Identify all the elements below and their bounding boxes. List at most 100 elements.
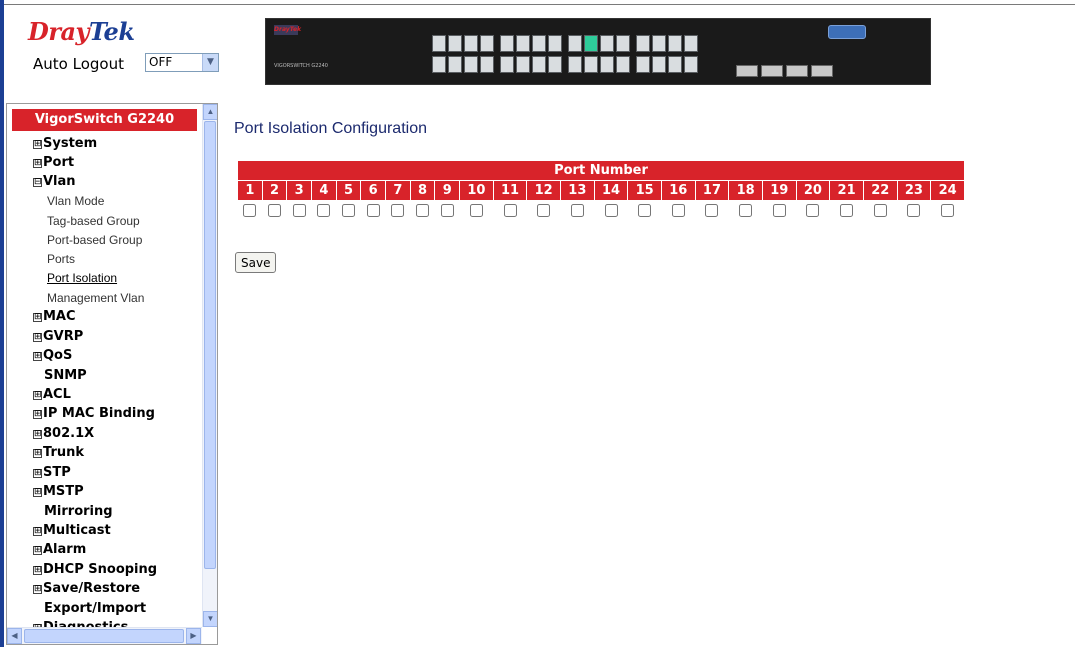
plus-box-icon[interactable]: ⊞: [33, 488, 42, 497]
port-number-cell: 17: [694, 180, 730, 201]
port-number-cell: 7: [385, 180, 411, 201]
port-checkbox-row: [237, 200, 965, 221]
plus-box-icon[interactable]: ⊞: [33, 159, 42, 168]
port-isolation-checkbox[interactable]: [342, 203, 356, 217]
nav-item-qos[interactable]: ⊞QoS: [33, 348, 72, 363]
nav-item-port[interactable]: ⊞Port: [33, 155, 74, 170]
port-isolation-checkbox[interactable]: [840, 203, 854, 217]
plus-box-icon[interactable]: ⊞: [33, 430, 42, 439]
nav-subitem-ports[interactable]: Ports: [47, 252, 75, 266]
port-checkbox-cell: [930, 200, 965, 221]
nav-item-system[interactable]: ⊞System: [33, 136, 97, 151]
save-button[interactable]: Save: [235, 252, 277, 273]
port-isolation-checkbox[interactable]: [416, 203, 430, 217]
plus-box-icon[interactable]: ⊞: [33, 140, 42, 149]
port-checkbox-cell: [694, 200, 730, 221]
nav-item-vlan[interactable]: ⊟Vlan: [33, 174, 76, 189]
plus-box-icon[interactable]: ⊞: [33, 410, 42, 419]
scroll-down-icon[interactable]: ▼: [203, 611, 217, 627]
port-checkbox-cell: [728, 200, 763, 221]
nav-item-alarm[interactable]: ⊞Alarm: [33, 542, 86, 557]
port-checkbox-cell: [526, 200, 562, 221]
nav-item-mstp[interactable]: ⊞MSTP: [33, 484, 84, 499]
port-isolation-checkbox[interactable]: [317, 203, 331, 217]
plus-box-icon[interactable]: ⊞: [33, 352, 42, 361]
device-model-icon: VIGORSWITCH G2240: [274, 63, 328, 69]
port-isolation-checkbox[interactable]: [440, 203, 454, 217]
sidebar-horizontal-scrollbar[interactable]: ◀ ▶: [7, 627, 202, 644]
port-isolation-checkbox[interactable]: [503, 203, 517, 217]
plus-box-icon[interactable]: ⊞: [33, 527, 42, 536]
minus-box-icon[interactable]: ⊟: [33, 178, 42, 187]
nav-subitem-management-vlan[interactable]: Management Vlan: [47, 291, 144, 305]
scroll-right-icon[interactable]: ▶: [186, 628, 201, 644]
scroll-left-icon[interactable]: ◀: [7, 628, 22, 644]
nav-item-multicast[interactable]: ⊞Multicast: [33, 523, 111, 538]
nav-item-802-1x[interactable]: ⊞802.1X: [33, 426, 94, 441]
sidebar-hscroll-thumb[interactable]: [24, 629, 184, 643]
port-isolation-checkbox[interactable]: [772, 203, 786, 217]
sidebar-scroll-thumb[interactable]: [204, 121, 216, 569]
sfp-slot-icon: [761, 65, 783, 77]
port-isolation-table: Port Number 1 2 3 4 5 6 7 8 9 10 11 12 13 14 15 16 17 18 1…: [237, 160, 965, 221]
switch-front-panel-image: DrayTek VIGORSWITCH G2240: [265, 18, 931, 85]
nav-item-acl[interactable]: ⊞ACL: [33, 387, 71, 402]
nav-item-mac[interactable]: ⊞MAC: [33, 309, 76, 324]
port-number-cell: 11: [492, 180, 528, 201]
nav-subitem-tag-based-group[interactable]: Tag-based Group: [47, 214, 140, 228]
port-isolation-checkbox[interactable]: [705, 203, 719, 217]
port-checkbox-cell: [896, 200, 932, 221]
port-number-cell: 10: [459, 180, 494, 201]
nav-item-export-import[interactable]: Export/Import: [44, 601, 146, 616]
port-isolation-checkbox[interactable]: [243, 203, 257, 217]
chevron-down-icon[interactable]: ▼: [202, 54, 218, 71]
nav-item-mirroring[interactable]: Mirroring: [44, 504, 113, 519]
nav-item-ip-mac-binding[interactable]: ⊞IP MAC Binding: [33, 406, 155, 421]
port-isolation-checkbox[interactable]: [671, 203, 685, 217]
nav-item-save-restore[interactable]: ⊞Save/Restore: [33, 581, 140, 596]
port-isolation-checkbox[interactable]: [638, 203, 652, 217]
port-isolation-checkbox[interactable]: [873, 203, 887, 217]
logo-part-2: Tek: [88, 17, 135, 46]
port-isolation-checkbox[interactable]: [907, 203, 921, 217]
nav-label: DHCP Snooping: [43, 562, 158, 577]
port-isolation-checkbox[interactable]: [806, 203, 820, 217]
plus-box-icon[interactable]: ⊞: [33, 469, 42, 478]
nav-subitem-port-based-group[interactable]: Port-based Group: [47, 233, 142, 247]
port-isolation-checkbox[interactable]: [292, 203, 306, 217]
port-isolation-checkbox[interactable]: [469, 203, 483, 217]
auto-logout-select[interactable]: OFF ▼: [145, 53, 219, 72]
port-isolation-checkbox[interactable]: [366, 203, 380, 217]
plus-box-icon[interactable]: ⊞: [33, 546, 42, 555]
port-isolation-checkbox[interactable]: [604, 203, 618, 217]
draytek-logo: DrayTek: [28, 17, 135, 46]
port-isolation-checkbox[interactable]: [941, 203, 955, 217]
port-checkbox-cell: [829, 200, 864, 221]
nav-item-gvrp[interactable]: ⊞GVRP: [33, 329, 83, 344]
port-isolation-checkbox[interactable]: [268, 203, 281, 217]
plus-box-icon[interactable]: ⊞: [33, 391, 42, 400]
nav-item-trunk[interactable]: ⊞Trunk: [33, 445, 84, 460]
plus-box-icon[interactable]: ⊞: [33, 449, 42, 458]
nav-subitem-port-isolation[interactable]: Port Isolation: [47, 271, 117, 285]
port-block-icon: [432, 35, 494, 75]
nav-item-stp[interactable]: ⊞STP: [33, 465, 71, 480]
sidebar-navigation: VigorSwitch G2240 ⊞System ⊞Port ⊟Vlan Vl…: [6, 103, 218, 645]
plus-box-icon[interactable]: ⊞: [33, 333, 42, 342]
port-number-cell: 21: [829, 180, 864, 201]
port-isolation-checkbox[interactable]: [739, 203, 753, 217]
sidebar-vertical-scrollbar[interactable]: ▲ ▼: [202, 104, 217, 627]
scroll-up-icon[interactable]: ▲: [203, 104, 217, 120]
port-isolation-checkbox[interactable]: [570, 203, 584, 217]
device-logo-icon: DrayTek: [274, 25, 302, 35]
plus-box-icon[interactable]: ⊞: [33, 313, 42, 322]
port-checkbox-cell: [335, 200, 362, 221]
plus-box-icon[interactable]: ⊞: [33, 585, 42, 594]
plus-box-icon[interactable]: ⊞: [33, 566, 42, 575]
nav-subitem-vlan-mode[interactable]: Vlan Mode: [47, 194, 104, 208]
nav-item-dhcp-snooping[interactable]: ⊞DHCP Snooping: [33, 562, 157, 577]
port-isolation-checkbox[interactable]: [391, 203, 405, 217]
nav-item-snmp[interactable]: SNMP: [44, 368, 87, 383]
port-isolation-checkbox[interactable]: [537, 203, 551, 217]
port-checkbox-cell: [311, 200, 337, 221]
